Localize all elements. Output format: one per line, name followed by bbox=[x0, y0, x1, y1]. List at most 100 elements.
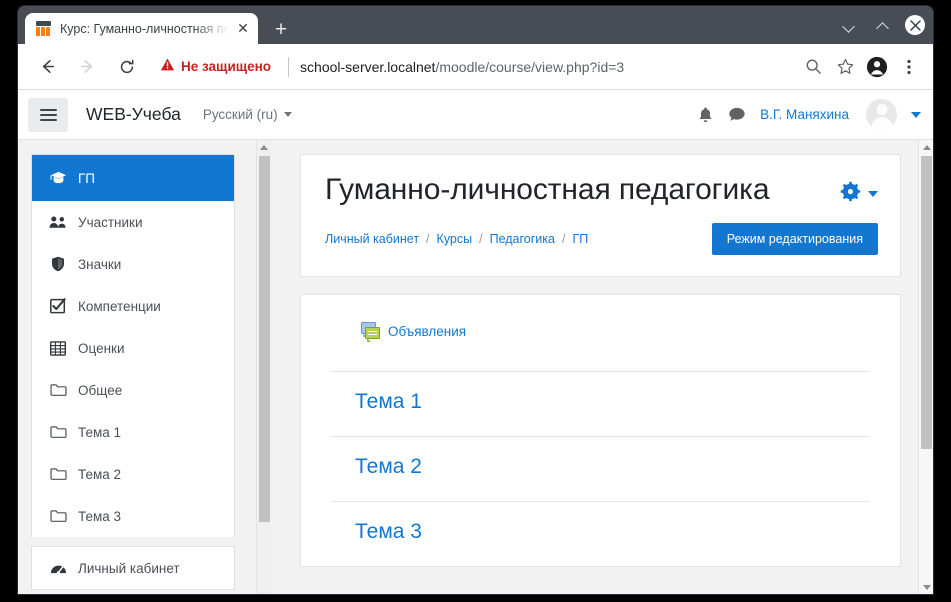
search-zoom-icon[interactable] bbox=[799, 53, 827, 81]
new-tab-button[interactable]: + bbox=[268, 17, 294, 43]
navbar-right-group: В.Г. Маняхина bbox=[697, 99, 921, 130]
warning-triangle-icon bbox=[160, 57, 175, 77]
user-menu-name[interactable]: В.Г. Маняхина bbox=[760, 107, 849, 122]
sidebar-item-label: Тема 2 bbox=[78, 466, 122, 482]
sidebar-group-course: ГП Участники Значки Компетенции Оценки О… bbox=[31, 154, 235, 537]
folder-icon bbox=[48, 467, 68, 481]
folder-icon bbox=[48, 425, 68, 439]
announcements-activity[interactable]: Объявления bbox=[331, 295, 870, 371]
topic-title-link[interactable]: Тема 3 bbox=[355, 520, 422, 544]
toolbar-actions bbox=[799, 53, 923, 81]
moodle-navbar: WEB-Учеба Русский (ru) В.Г. Маняхина bbox=[18, 90, 933, 140]
breadcrumb-item-pedagogy[interactable]: Педагогика bbox=[490, 232, 555, 246]
address-bar[interactable]: school-server.localnet/moodle/course/vie… bbox=[300, 59, 791, 75]
scroll-down-arrow-icon[interactable] bbox=[919, 580, 933, 594]
url-host: school-server.localnet bbox=[300, 58, 436, 75]
sidebar-item-topic-2[interactable]: Тема 2 bbox=[32, 453, 234, 495]
forward-arrow-icon[interactable] bbox=[72, 52, 102, 82]
sidebar: ГП Участники Значки Компетенции Оценки О… bbox=[18, 140, 271, 594]
sidebar-scrollbar-thumb[interactable] bbox=[259, 156, 270, 522]
tab-strip: Курс: Гуманно-личностная пе ✕ + bbox=[18, 6, 933, 44]
chevron-down-icon[interactable] bbox=[837, 14, 859, 36]
chevron-up-icon[interactable] bbox=[871, 14, 893, 36]
page-scrollbar-thumb[interactable] bbox=[921, 156, 932, 449]
scroll-up-arrow-icon[interactable] bbox=[257, 140, 271, 154]
breadcrumb-separator: / bbox=[561, 231, 566, 246]
toolbar-divider bbox=[288, 56, 290, 77]
sidebar-item-grades[interactable]: Оценки bbox=[32, 327, 234, 369]
close-icon[interactable] bbox=[905, 15, 925, 35]
topic-title-link[interactable]: Тема 2 bbox=[355, 455, 422, 479]
language-menu[interactable]: Русский (ru) bbox=[203, 107, 292, 122]
sidebar-item-general[interactable]: Общее bbox=[32, 369, 234, 411]
sidebar-scrollbar[interactable] bbox=[256, 140, 271, 594]
sidebar-item-label: Оценки bbox=[78, 340, 125, 356]
browser-tab[interactable]: Курс: Гуманно-личностная пе ✕ bbox=[25, 13, 258, 44]
graduation-cap-icon bbox=[48, 171, 68, 185]
course-settings-menu[interactable] bbox=[840, 181, 878, 207]
sidebar-item-label: Общее bbox=[78, 382, 123, 398]
user-menu-caret-down-icon[interactable] bbox=[911, 111, 921, 118]
breadcrumb-item-dashboard[interactable]: Личный кабинет bbox=[325, 232, 419, 246]
course-header-panel: Гуманно-личностная педагогика Личный каб… bbox=[300, 154, 901, 277]
main-content: Гуманно-личностная педагогика Личный каб… bbox=[271, 140, 933, 594]
bell-icon[interactable] bbox=[697, 106, 714, 124]
breadcrumb-item-courses[interactable]: Курсы bbox=[437, 232, 473, 246]
close-tab-icon[interactable]: ✕ bbox=[234, 20, 252, 38]
page-scrollbar[interactable] bbox=[918, 140, 933, 594]
sidebar-item-label: Значки bbox=[78, 256, 122, 272]
caret-down-icon bbox=[868, 191, 878, 197]
sidebar-item-label: Компетенции bbox=[78, 298, 161, 314]
site-brand-link[interactable]: WEB-Учеба bbox=[86, 104, 181, 125]
shield-icon bbox=[48, 256, 68, 272]
sidebar-item-topic-3[interactable]: Тема 3 bbox=[32, 495, 234, 537]
topic-section: Тема 1 bbox=[331, 370, 870, 436]
scroll-up-arrow-icon[interactable] bbox=[919, 140, 933, 154]
profile-avatar-icon[interactable] bbox=[863, 53, 891, 81]
breadcrumb: Личный кабинет / Курсы / Педагогика / ГП bbox=[325, 232, 588, 246]
sidebar-item-label: Участники bbox=[78, 214, 143, 230]
sidebar-item-topic-1[interactable]: Тема 1 bbox=[32, 411, 234, 453]
security-status-label: Не защищено bbox=[181, 59, 272, 74]
course-content-panel: Объявления Тема 1 Тема 2 Тема 3 bbox=[300, 293, 901, 567]
table-grid-icon bbox=[48, 340, 68, 356]
hamburger-menu-icon[interactable] bbox=[28, 97, 68, 132]
topic-title-link[interactable]: Тема 1 bbox=[355, 390, 422, 414]
avatar[interactable] bbox=[866, 99, 897, 130]
page-body: ГП Участники Значки Компетенции Оценки О… bbox=[18, 140, 933, 594]
reload-icon[interactable] bbox=[112, 52, 142, 82]
gear-icon bbox=[840, 181, 861, 207]
sidebar-item-dashboard[interactable]: Личный кабинет bbox=[32, 547, 234, 589]
window-controls bbox=[837, 12, 925, 38]
breadcrumb-row: Личный кабинет / Курсы / Педагогика / ГП Режим… bbox=[325, 222, 878, 256]
users-icon bbox=[48, 215, 68, 229]
security-status-chip[interactable]: Не защищено bbox=[160, 57, 271, 77]
sidebar-item-gp[interactable]: ГП bbox=[32, 155, 234, 201]
topic-section: Тема 3 bbox=[331, 500, 870, 566]
forum-speech-bubbles-icon bbox=[361, 321, 381, 342]
sidebar-nav-block: ГП Участники Значки Компетенции Оценки О… bbox=[31, 154, 235, 590]
chevron-down-icon bbox=[283, 112, 292, 117]
page-viewport: WEB-Учеба Русский (ru) В.Г. Маняхина ГП … bbox=[18, 90, 933, 594]
sidebar-item-competencies[interactable]: Компетенции bbox=[32, 285, 234, 327]
sidebar-item-participants[interactable]: Участники bbox=[32, 201, 234, 243]
tab-title: Курс: Гуманно-личностная пе bbox=[60, 21, 231, 36]
three-dots-menu-icon[interactable] bbox=[895, 53, 923, 81]
folder-icon bbox=[48, 509, 68, 523]
star-icon[interactable] bbox=[831, 53, 859, 81]
browser-toolbar: Не защищено school-server.localnet/moodl… bbox=[18, 44, 933, 90]
dashboard-icon bbox=[48, 561, 68, 576]
sidebar-item-badges[interactable]: Значки bbox=[32, 243, 234, 285]
back-arrow-icon[interactable] bbox=[32, 52, 62, 82]
edit-mode-button[interactable]: Режим редактирования bbox=[711, 222, 878, 255]
url-path: /moodle/course/view.php?id=3 bbox=[435, 58, 625, 75]
sidebar-group-site: Личный кабинет bbox=[31, 546, 235, 590]
breadcrumb-item-gp[interactable]: ГП bbox=[572, 232, 588, 246]
chat-bubble-icon[interactable] bbox=[728, 106, 746, 123]
breadcrumb-separator: / bbox=[426, 231, 430, 246]
announcements-link[interactable]: Объявления bbox=[388, 324, 466, 339]
sidebar-item-label: Тема 3 bbox=[78, 508, 122, 524]
sidebar-item-label: Тема 1 bbox=[78, 424, 122, 440]
topic-section: Тема 2 bbox=[331, 435, 870, 501]
